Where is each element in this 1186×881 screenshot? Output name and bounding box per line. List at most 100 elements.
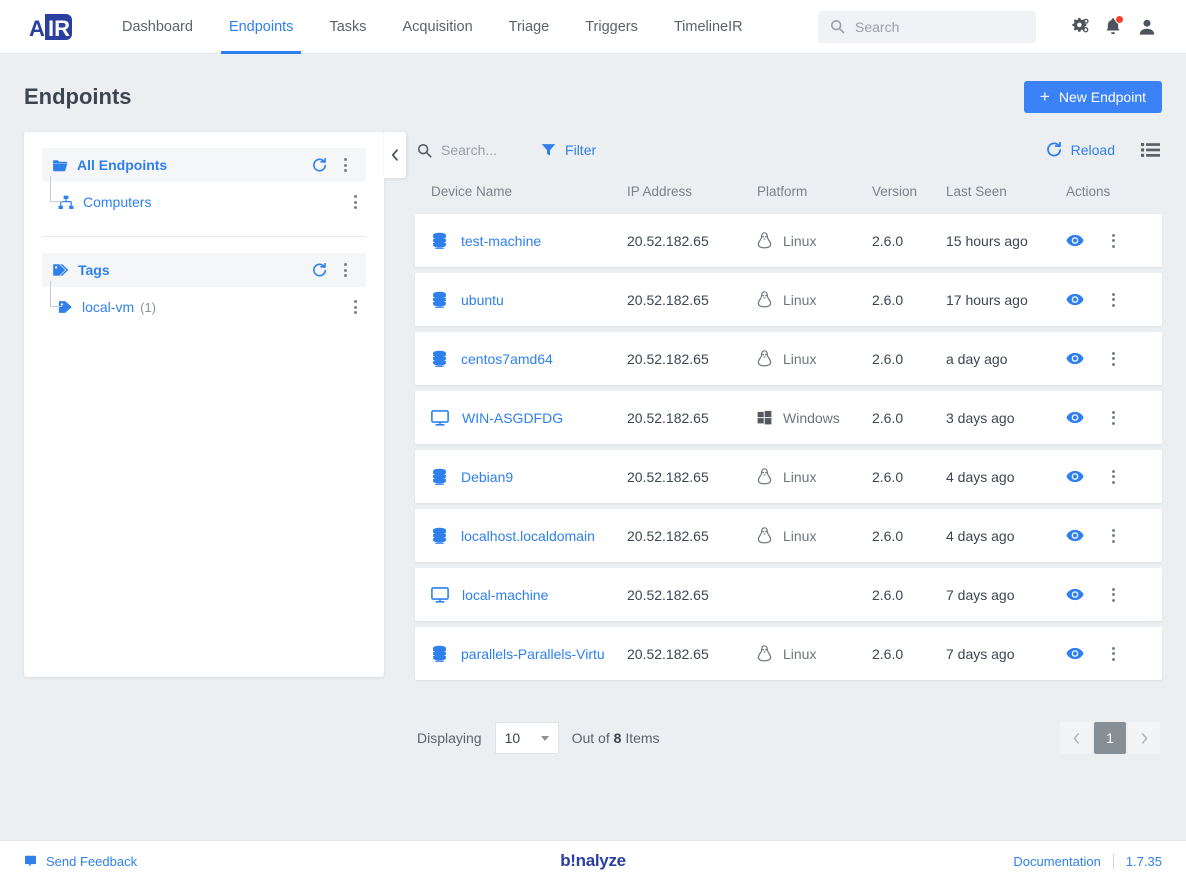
version-cell: 2.6.0 — [872, 351, 946, 367]
page-size-select[interactable]: 10 — [495, 722, 559, 754]
table-row[interactable]: localhost.localdomain20.52.182.65Linux2.… — [415, 509, 1162, 562]
platform-cell: Linux — [757, 291, 872, 308]
row-menu-button[interactable] — [1102, 346, 1124, 372]
tree-group-header-all-endpoints[interactable]: All Endpoints — [42, 148, 366, 182]
platform-cell: Linux — [757, 232, 872, 249]
computers-menu-button[interactable] — [344, 189, 366, 215]
table-row[interactable]: ubuntu20.52.182.65Linux2.6.017 hours ago — [415, 273, 1162, 326]
row-menu-button[interactable] — [1102, 582, 1124, 608]
view-endpoint-button[interactable] — [1066, 470, 1084, 483]
device-name-link[interactable]: localhost.localdomain — [461, 528, 595, 544]
notifications-button[interactable] — [1096, 10, 1130, 44]
refresh-all-endpoints-button[interactable] — [307, 158, 332, 173]
last-seen-cell: 15 hours ago — [946, 233, 1066, 249]
tree-group-header-tags[interactable]: Tags — [42, 253, 366, 287]
nav-item-acquisition[interactable]: Acquisition — [385, 0, 491, 54]
table-row[interactable]: WIN-ASGDFDG20.52.182.65Windows2.6.03 day… — [415, 391, 1162, 444]
device-name-link[interactable]: centos7amd64 — [461, 351, 553, 367]
next-page-button[interactable] — [1128, 722, 1160, 754]
table-row[interactable]: test-machine20.52.182.65Linux2.6.015 hou… — [415, 214, 1162, 267]
new-endpoint-button[interactable]: + New Endpoint — [1024, 81, 1162, 113]
row-menu-button[interactable] — [1102, 641, 1124, 667]
reload-button[interactable]: Reload — [1046, 142, 1115, 158]
device-name-link[interactable]: Debian9 — [461, 469, 513, 485]
row-menu-button[interactable] — [1102, 523, 1124, 549]
tree-item-computers[interactable]: Computers — [42, 182, 366, 222]
last-seen-cell: 17 hours ago — [946, 292, 1066, 308]
view-endpoint-button[interactable] — [1066, 588, 1084, 601]
all-endpoints-menu-button[interactable] — [334, 152, 356, 178]
view-endpoint-button[interactable] — [1066, 352, 1084, 365]
nav-item-triggers[interactable]: Triggers — [567, 0, 656, 54]
linux-tux-icon — [757, 645, 772, 662]
nav-item-tasks[interactable]: Tasks — [311, 0, 384, 54]
ip-address-cell: 20.52.182.65 — [627, 528, 757, 544]
version-cell: 2.6.0 — [872, 469, 946, 485]
device-cell: ubuntu — [431, 291, 627, 308]
row-menu-button[interactable] — [1102, 287, 1124, 313]
nav-item-triage[interactable]: Triage — [491, 0, 568, 54]
page-button-1[interactable]: 1 — [1094, 722, 1126, 754]
view-endpoint-button[interactable] — [1066, 529, 1084, 542]
table-row[interactable]: local-machine20.52.182.652.6.07 days ago — [415, 568, 1162, 621]
eye-icon — [1066, 234, 1084, 247]
global-search-input[interactable]: Search — [818, 11, 1036, 43]
device-name-link[interactable]: ubuntu — [461, 292, 504, 308]
monitor-icon — [431, 587, 449, 603]
refresh-tags-button[interactable] — [307, 263, 332, 278]
local-vm-menu-button[interactable] — [344, 294, 366, 320]
page-title: Endpoints — [24, 84, 132, 110]
row-menu-button[interactable] — [1102, 464, 1124, 490]
device-name-link[interactable]: WIN-ASGDFDG — [462, 410, 563, 426]
device-cell: WIN-ASGDFDG — [431, 410, 627, 426]
version-cell: 2.6.0 — [872, 233, 946, 249]
table-search-input[interactable]: Search... — [417, 142, 497, 158]
platform-cell: Windows — [757, 410, 872, 426]
sidebar-divider — [42, 236, 366, 237]
last-seen-cell: 7 days ago — [946, 646, 1066, 662]
tree-elbow-line — [50, 176, 62, 202]
row-menu-button[interactable] — [1102, 405, 1124, 431]
view-endpoint-button[interactable] — [1066, 293, 1084, 306]
last-seen-cell: 4 days ago — [946, 528, 1066, 544]
page-body: All Endpoints — [0, 116, 1186, 754]
view-endpoint-button[interactable] — [1066, 647, 1084, 660]
view-endpoint-button[interactable] — [1066, 234, 1084, 247]
air-logo[interactable]: A IR — [26, 11, 72, 43]
view-toggle-button[interactable] — [1141, 142, 1160, 158]
row-menu-button[interactable] — [1102, 228, 1124, 254]
table-toolbar: Search... Filter Reload — [415, 132, 1162, 168]
tree-elbow-line — [50, 281, 62, 307]
tree-item-local-vm[interactable]: local-vm (1) — [42, 287, 366, 327]
table-row[interactable]: Debian920.52.182.65Linux2.6.04 days ago — [415, 450, 1162, 503]
tags-menu-button[interactable] — [334, 257, 356, 283]
row-actions-cell — [1066, 228, 1146, 254]
documentation-link[interactable]: Documentation — [1013, 854, 1100, 869]
footer-separator — [1113, 854, 1114, 869]
table-row[interactable]: centos7amd6420.52.182.65Linux2.6.0a day … — [415, 332, 1162, 385]
monitor-icon — [431, 410, 449, 426]
view-endpoint-button[interactable] — [1066, 411, 1084, 424]
device-name-link[interactable]: parallels-Parallels-Virtu — [461, 646, 605, 662]
settings-button[interactable] — [1062, 10, 1096, 44]
user-account-button[interactable] — [1130, 10, 1164, 44]
device-name-link[interactable]: local-machine — [462, 587, 548, 603]
prev-page-button[interactable] — [1060, 722, 1092, 754]
page-controls: 1 — [1060, 722, 1160, 754]
refresh-icon — [312, 158, 327, 173]
row-actions-cell — [1066, 287, 1146, 313]
device-name-link[interactable]: test-machine — [461, 233, 541, 249]
column-header-device-name: Device Name — [431, 184, 627, 199]
nav-item-endpoints[interactable]: Endpoints — [211, 0, 312, 54]
eye-icon — [1066, 470, 1084, 483]
nav-item-dashboard[interactable]: Dashboard — [104, 0, 211, 54]
plus-icon: + — [1040, 88, 1050, 105]
nav-item-timelineir[interactable]: TimelineIR — [656, 0, 761, 54]
total-items-text: Out of 8 Items — [572, 730, 660, 746]
new-endpoint-label: New Endpoint — [1059, 89, 1146, 105]
sidebar-collapse-button[interactable] — [384, 132, 406, 178]
send-feedback-button[interactable]: Send Feedback — [24, 854, 137, 869]
version-cell: 2.6.0 — [872, 292, 946, 308]
filter-button[interactable]: Filter — [541, 142, 596, 158]
table-row[interactable]: parallels-Parallels-Virtu20.52.182.65Lin… — [415, 627, 1162, 680]
